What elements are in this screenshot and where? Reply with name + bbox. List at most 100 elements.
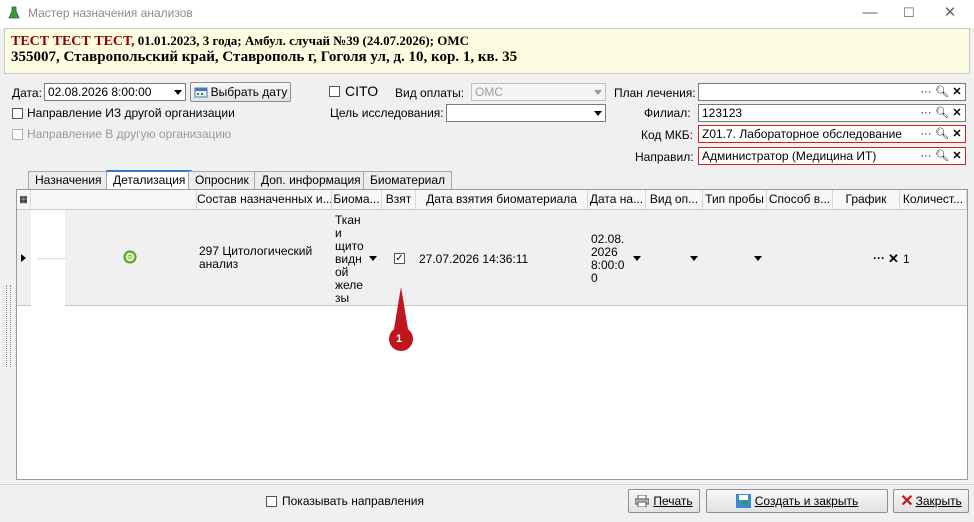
chevron-down-icon[interactable] <box>369 256 377 261</box>
patient-name: ТЕСТ ТЕСТ ТЕСТ, <box>11 34 135 49</box>
save-icon <box>735 493 751 508</box>
direction-from-checkbox[interactable] <box>12 108 23 119</box>
more-icon[interactable]: ··· <box>919 127 933 141</box>
col-date-na[interactable]: Дата на... <box>588 190 646 210</box>
app-icon <box>8 6 20 20</box>
direction-to-checkbox <box>12 129 23 140</box>
tab-details[interactable]: Детализация <box>106 170 193 189</box>
clear-icon[interactable]: ✕ <box>950 85 964 99</box>
patient-address: 355007, Ставропольский край, Ставрополь … <box>11 49 518 65</box>
close-button[interactable]: ✕ Закрыть <box>893 489 969 513</box>
tab-biomaterial[interactable]: Биоматериал <box>363 171 452 189</box>
search-icon[interactable]: 🔍︎ <box>935 106 949 120</box>
direction-to-label: Направление В другую организацию <box>27 127 232 141</box>
table-row[interactable]: ———— 297 Цитологический анализ Ткан и щи… <box>17 210 967 306</box>
cito-label: CITO <box>345 83 379 99</box>
directed-by-value: Администратор (Медицина ИТ) <box>702 149 877 163</box>
date-value: 02.08.2026 8:00:00 <box>48 85 152 99</box>
choose-date-label: Выбрать дату <box>210 85 288 99</box>
create-close-label: Создать и закрыть <box>754 494 859 508</box>
biomaterial-line: зы <box>335 291 350 305</box>
research-goal-label: Цель исследования: <box>330 106 444 120</box>
show-directions-checkbox[interactable] <box>266 496 277 507</box>
col-schedule[interactable]: График <box>833 190 900 210</box>
col-method[interactable]: Способ в... <box>767 190 833 210</box>
printer-icon <box>634 492 650 508</box>
annotation-number: 1 <box>396 333 403 345</box>
col-sample-type[interactable]: Тип пробы <box>703 190 767 210</box>
directed-by-input[interactable]: Администратор (Медицина ИТ) ··· 🔍︎ ✕ <box>698 147 966 165</box>
treatment-plan-input[interactable]: ··· 🔍︎ ✕ <box>698 83 966 101</box>
payment-label: Вид оплаты: <box>395 86 465 100</box>
chevron-down-icon[interactable] <box>754 256 762 261</box>
treatment-plan-label: План лечения: <box>614 86 696 100</box>
date-label: Дата: <box>12 86 42 100</box>
row-composition: 297 Цитологический анализ <box>199 244 313 271</box>
col-payment-type[interactable]: Вид оп... <box>646 190 703 210</box>
grid-header-blank <box>31 190 197 210</box>
choose-date-button[interactable]: Выбрать дату <box>190 82 291 102</box>
create-close-button[interactable]: Создать и закрыть <box>706 489 888 513</box>
clear-icon[interactable]: ✕ <box>950 149 964 163</box>
row-taken-date: 27.07.2026 14:36:11 <box>419 252 529 266</box>
show-directions-label: Показывать направления <box>282 494 424 508</box>
more-icon[interactable]: ··· <box>919 106 933 120</box>
branch-value: 123123 <box>702 106 743 120</box>
mkb-input[interactable]: Z01.7. Лабораторное обследование ··· 🔍︎ … <box>698 125 966 143</box>
calendar-icon <box>194 85 208 98</box>
date-na-line: 0 <box>591 271 598 285</box>
col-biomaterial[interactable]: Биома... <box>332 190 382 210</box>
row-indicator-icon <box>21 254 26 262</box>
chevron-down-icon[interactable] <box>594 111 602 116</box>
chevron-down-icon[interactable] <box>633 256 641 261</box>
tab-extra-info[interactable]: Доп. информация <box>254 171 368 189</box>
mkb-value: Z01.7. Лабораторное обследование <box>702 127 902 141</box>
minimize-button[interactable]: — <box>855 2 885 24</box>
print-label: Печать <box>653 494 693 508</box>
title-bar: Мастер назначения анализов — ☐ ✕ <box>0 0 974 28</box>
search-icon[interactable]: 🔍︎ <box>935 149 949 163</box>
splitter-grip[interactable] <box>6 285 11 367</box>
clear-icon[interactable]: ✕ <box>950 127 964 141</box>
maximize-button[interactable]: ☐ <box>894 2 924 24</box>
search-icon[interactable]: 🔍︎ <box>935 85 949 99</box>
payment-value: ОМС <box>475 85 503 99</box>
schedule-more-icon[interactable]: ··· <box>873 252 885 265</box>
patient-details: 01.01.2023, 3 года; Амбул. случай №39 (2… <box>134 33 470 48</box>
research-goal-select[interactable] <box>446 104 606 122</box>
col-taken-date[interactable]: Дата взятия биоматериала <box>416 190 588 210</box>
search-icon[interactable]: 🔍︎ <box>935 127 949 141</box>
cito-checkbox[interactable] <box>329 86 340 97</box>
tab-questionnaire[interactable]: Опросник <box>188 171 256 189</box>
schedule-clear-icon[interactable]: ✕ <box>888 252 899 265</box>
branch-input[interactable]: 123123 ··· 🔍︎ ✕ <box>698 104 966 122</box>
add-circle-icon[interactable] <box>123 250 137 264</box>
direction-from-label: Направление ИЗ другой организации <box>27 106 235 120</box>
chevron-down-icon[interactable] <box>690 256 698 261</box>
close-x-icon: ✕ <box>900 493 914 510</box>
row-dash: ———— <box>37 254 66 263</box>
row-biomaterial: Ткан и щито видн ой желе зы <box>335 214 367 305</box>
row-quantity: 1 <box>903 252 910 266</box>
close-window-button[interactable]: ✕ <box>935 2 965 24</box>
bottom-bar: Показывать направления Печать Создать и … <box>0 484 974 522</box>
chevron-down-icon[interactable] <box>174 90 182 95</box>
close-label: Закрыть <box>915 494 962 508</box>
more-icon[interactable]: ··· <box>919 85 933 99</box>
print-button[interactable]: Печать <box>628 489 700 513</box>
tab-appointments[interactable]: Назначения <box>28 171 109 189</box>
taken-checkbox[interactable]: ✓ <box>394 253 405 264</box>
patient-banner: ТЕСТ ТЕСТ ТЕСТ, 01.01.2023, 3 года; Амбу… <box>4 28 970 74</box>
clear-icon[interactable]: ✕ <box>950 106 964 120</box>
payment-select: ОМС <box>471 83 606 101</box>
patient-info-line: ТЕСТ ТЕСТ ТЕСТ, 01.01.2023, 3 года; Амбу… <box>11 33 469 50</box>
date-input[interactable]: 02.08.2026 8:00:00 <box>44 83 186 101</box>
col-quantity[interactable]: Количест... <box>900 190 967 210</box>
more-icon[interactable]: ··· <box>919 149 933 163</box>
branch-label: Филиал: <box>644 106 691 120</box>
col-taken[interactable]: Взят <box>382 190 416 210</box>
directed-by-label: Направил: <box>635 150 694 164</box>
col-composition[interactable]: Состав назначенных и... <box>197 190 332 210</box>
grid-column-selector[interactable]: ▦ <box>17 190 31 210</box>
details-grid: ▦ Состав назначенных и... Биома... Взят … <box>16 189 968 480</box>
